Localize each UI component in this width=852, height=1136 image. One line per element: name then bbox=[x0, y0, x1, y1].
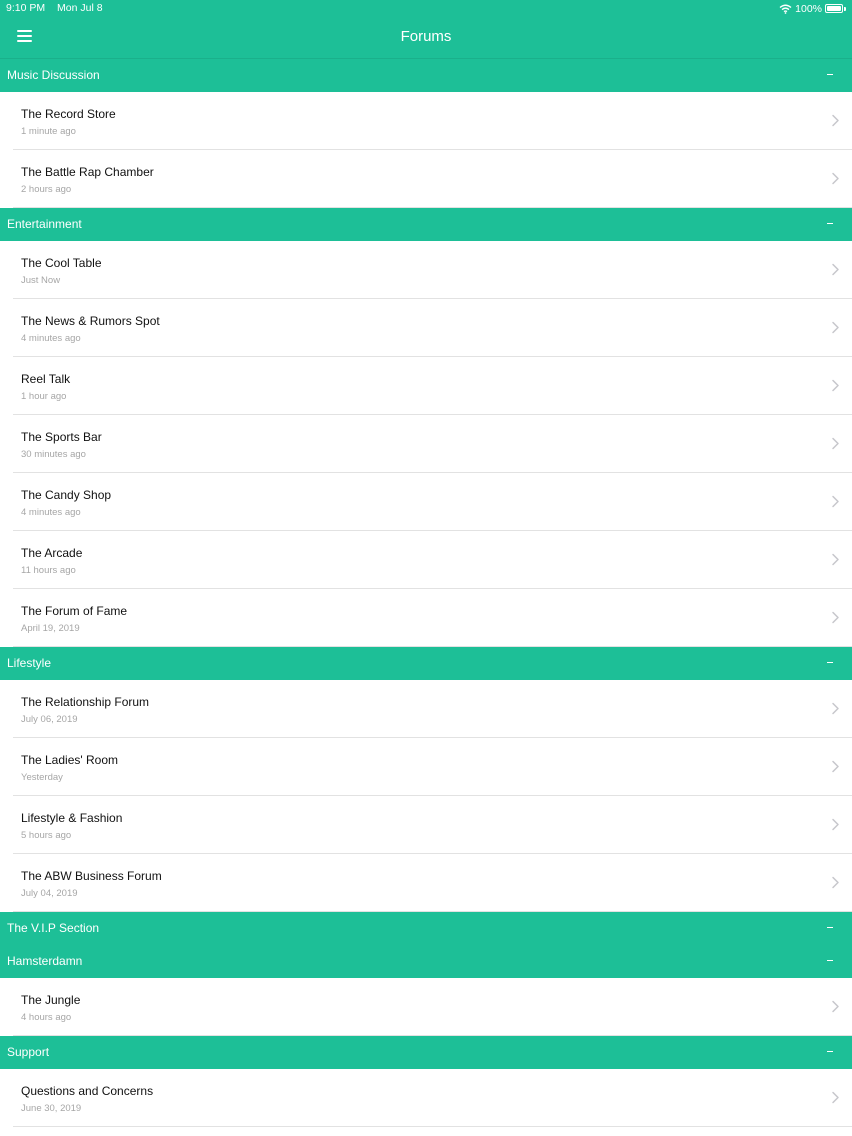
status-time: 9:10 PM bbox=[6, 2, 46, 14]
forum-title: The Battle Rap Chamber bbox=[21, 165, 154, 179]
last-activity-time: July 06, 2019 bbox=[21, 714, 78, 725]
section-title: The V.I.P Section bbox=[7, 921, 100, 935]
minus-icon[interactable] bbox=[827, 954, 835, 966]
section-header-entertainment[interactable]: Entertainment bbox=[0, 208, 852, 241]
chevron-right-icon bbox=[832, 611, 839, 624]
status-date: Mon Jul 8 bbox=[57, 2, 103, 14]
forum-section-support: Support Questions and Concerns June 30, 20… bbox=[0, 1036, 852, 1127]
battery-body bbox=[825, 4, 843, 13]
status-right: 100% bbox=[779, 1, 846, 16]
forum-title: The Candy Shop bbox=[21, 488, 112, 502]
forum-title: The Sports Bar bbox=[21, 430, 102, 444]
forum-title: The Ladies' Room bbox=[21, 753, 119, 767]
chevron-right-icon bbox=[832, 263, 839, 276]
chevron-right-icon bbox=[832, 1000, 839, 1013]
forum-title: The Jungle bbox=[21, 993, 81, 1007]
forum-row-the-candy-shop[interactable]: The Candy Shop 4 minutes ago bbox=[13, 473, 852, 531]
forum-title: Questions and Concerns bbox=[21, 1084, 154, 1098]
chevron-right-icon bbox=[832, 321, 839, 334]
section-title: Lifestyle bbox=[7, 656, 52, 670]
forum-title: Lifestyle & Fashion bbox=[21, 811, 123, 825]
forum-section-lifestyle: Lifestyle The Relationship Forum July 06, … bbox=[0, 647, 852, 912]
chevron-right-icon bbox=[832, 437, 839, 450]
chevron-right-icon bbox=[832, 1091, 839, 1104]
section-title: Hamsterdamn bbox=[7, 954, 83, 968]
battery-fill bbox=[827, 6, 841, 11]
forum-title: The Arcade bbox=[21, 546, 83, 560]
last-activity-time: 5 hours ago bbox=[21, 830, 72, 841]
forum-section-hamsterdamn: Hamsterdamn The Jungle 4 hours ago bbox=[0, 945, 852, 1036]
forum-row-the-record-store[interactable]: The Record Store 1 minute ago bbox=[13, 92, 852, 150]
section-header-hamsterdamn[interactable]: Hamsterdamn bbox=[0, 945, 852, 978]
minus-icon[interactable] bbox=[827, 921, 835, 933]
last-activity-time: Yesterday bbox=[21, 772, 63, 783]
section-header-lifestyle[interactable]: Lifestyle bbox=[0, 647, 852, 680]
forum-section-entertainment: Entertainment The Cool Table Just Now The N… bbox=[0, 208, 852, 647]
forum-title: The News & Rumors Spot bbox=[21, 314, 160, 328]
minus-icon[interactable] bbox=[827, 68, 835, 80]
forum-row-lifestyle-fashion[interactable]: Lifestyle & Fashion 5 hours ago bbox=[13, 796, 852, 854]
section-header-music-discussion[interactable]: Music Discussion bbox=[0, 59, 852, 92]
chevron-right-icon bbox=[832, 553, 839, 566]
last-activity-time: April 19, 2019 bbox=[21, 623, 80, 634]
section-title: Support bbox=[7, 1045, 50, 1059]
minus-icon[interactable] bbox=[827, 656, 835, 668]
forum-section-the-v-i-p-section: The V.I.P Section bbox=[0, 912, 852, 945]
section-title: Music Discussion bbox=[7, 68, 100, 82]
chevron-right-icon bbox=[832, 172, 839, 185]
chevron-right-icon bbox=[832, 114, 839, 127]
minus-icon[interactable] bbox=[827, 1045, 835, 1057]
forum-row-questions-and-concerns[interactable]: Questions and Concerns June 30, 2019 bbox=[13, 1069, 852, 1127]
last-activity-time: 2 hours ago bbox=[21, 184, 72, 195]
forum-title: The ABW Business Forum bbox=[21, 869, 162, 883]
chevron-right-icon bbox=[832, 876, 839, 889]
battery-percentage: 100% bbox=[795, 2, 822, 15]
battery-cap bbox=[844, 6, 846, 11]
last-activity-time: 1 hour ago bbox=[21, 391, 67, 402]
minus-icon[interactable] bbox=[827, 217, 835, 229]
forum-title: The Cool Table bbox=[21, 256, 102, 270]
last-activity-time: Just Now bbox=[21, 275, 61, 286]
last-activity-time: 4 minutes ago bbox=[21, 507, 81, 518]
forum-title: Reel Talk bbox=[21, 372, 71, 386]
status-bar: 9:10 PM Mon Jul 8 100% bbox=[0, 0, 852, 17]
last-activity-time: 4 hours ago bbox=[21, 1012, 72, 1023]
forum-row-the-cool-table[interactable]: The Cool Table Just Now bbox=[13, 241, 852, 299]
forum-row-the-relationship-forum[interactable]: The Relationship Forum July 06, 2019 bbox=[13, 680, 852, 738]
forum-row-the-jungle[interactable]: The Jungle 4 hours ago bbox=[13, 978, 852, 1036]
forum-row-the-ladies-room[interactable]: The Ladies' Room Yesterday bbox=[13, 738, 852, 796]
last-activity-time: 30 minutes ago bbox=[21, 449, 86, 460]
forum-title: The Record Store bbox=[21, 107, 116, 121]
forum-section-music-discussion: Music Discussion The Record Store 1 minute… bbox=[0, 59, 852, 208]
forum-title: The Relationship Forum bbox=[21, 695, 150, 709]
battery-icon bbox=[825, 4, 846, 14]
status-left: 9:10 PM Mon Jul 8 bbox=[6, 2, 103, 14]
last-activity-time: 11 hours ago bbox=[21, 565, 76, 576]
forum-row-the-forum-of-fame[interactable]: The Forum of Fame April 19, 2019 bbox=[13, 589, 852, 647]
last-activity-time: 4 minutes ago bbox=[21, 333, 81, 344]
section-header-support[interactable]: Support bbox=[0, 1036, 852, 1069]
section-title: Entertainment bbox=[7, 217, 82, 231]
chevron-right-icon bbox=[832, 702, 839, 715]
last-activity-time: June 30, 2019 bbox=[21, 1103, 82, 1114]
forum-row-reel-talk[interactable]: Reel Talk 1 hour ago bbox=[13, 357, 852, 415]
forum-row-the-abw-business-forum[interactable]: The ABW Business Forum July 04, 2019 bbox=[13, 854, 852, 912]
forum-row-the-arcade[interactable]: The Arcade 11 hours ago bbox=[13, 531, 852, 589]
last-activity-time: 1 minute ago bbox=[21, 126, 76, 137]
section-header-the-v-i-p-section[interactable]: The V.I.P Section bbox=[0, 912, 852, 945]
last-activity-time: July 04, 2019 bbox=[21, 888, 78, 899]
forum-title: The Forum of Fame bbox=[21, 604, 128, 618]
page-title: Forums bbox=[400, 28, 452, 45]
forums-screen: 9:10 PM Mon Jul 8 100% Forums Music Disc… bbox=[0, 0, 852, 1136]
wifi-icon bbox=[779, 4, 792, 14]
forum-list: Music Discussion The Record Store 1 minute… bbox=[0, 59, 852, 1127]
forum-row-the-battle-rap-chamber[interactable]: The Battle Rap Chamber 2 hours ago bbox=[13, 150, 852, 208]
chevron-right-icon bbox=[832, 818, 839, 831]
chevron-right-icon bbox=[832, 760, 839, 773]
navigation-bar: Forums bbox=[0, 17, 852, 59]
forum-row-the-news-rumors-spot[interactable]: The News & Rumors Spot 4 minutes ago bbox=[13, 299, 852, 357]
chevron-right-icon bbox=[832, 495, 839, 508]
forum-row-the-sports-bar[interactable]: The Sports Bar 30 minutes ago bbox=[13, 415, 852, 473]
chevron-right-icon bbox=[832, 379, 839, 392]
